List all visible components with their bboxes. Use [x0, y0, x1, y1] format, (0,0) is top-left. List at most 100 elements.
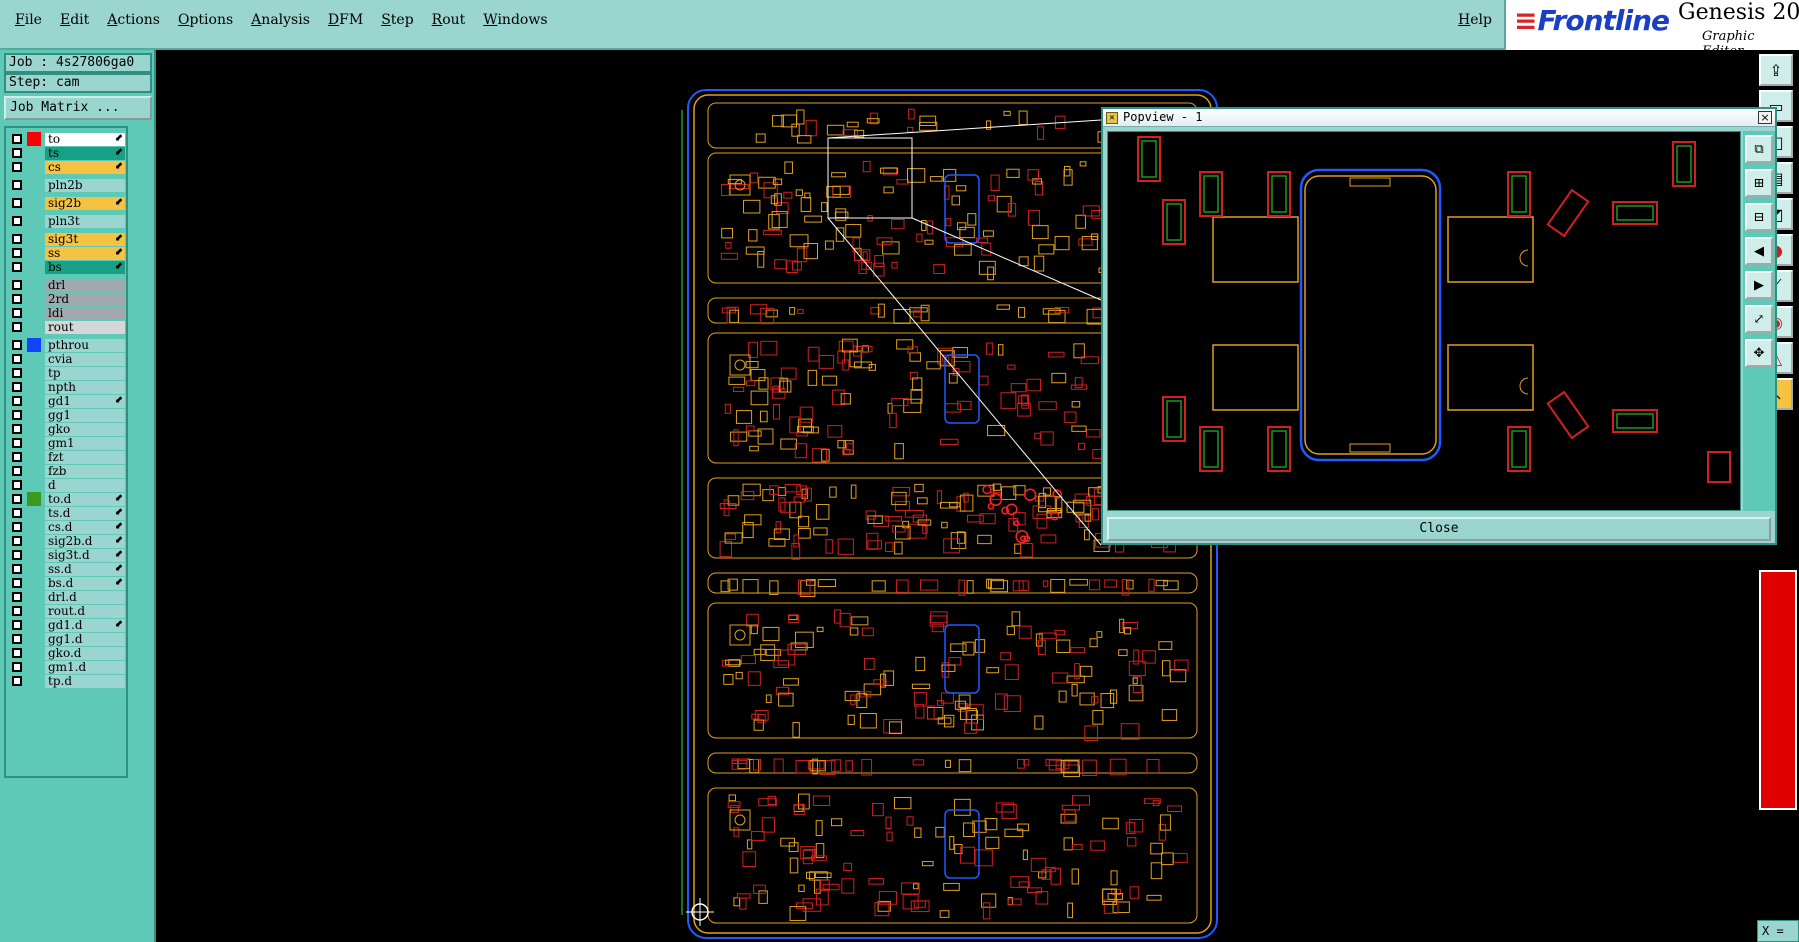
- layer-color-swatch[interactable]: [27, 160, 41, 174]
- layer-checkbox[interactable]: [12, 162, 22, 172]
- layer-color-swatch[interactable]: [27, 178, 41, 192]
- toolbar-export-icon[interactable]: ⇪: [1759, 54, 1793, 86]
- layer-name[interactable]: cvia: [45, 353, 125, 366]
- layer-color-swatch[interactable]: [27, 338, 41, 352]
- layer-checkbox[interactable]: [12, 308, 22, 318]
- layer-row-pln2b[interactable]: pln2b: [8, 178, 126, 192]
- layer-color-swatch[interactable]: [27, 520, 41, 534]
- layer-checkbox[interactable]: [12, 382, 22, 392]
- layer-color-swatch[interactable]: [27, 618, 41, 632]
- layer-color-swatch[interactable]: [27, 590, 41, 604]
- layer-row-gko[interactable]: gko: [8, 422, 126, 436]
- layer-row-gm1-d[interactable]: gm1.d: [8, 660, 126, 674]
- layer-name[interactable]: cs ⬋: [45, 161, 125, 174]
- layer-color-swatch[interactable]: [27, 506, 41, 520]
- layer-color-swatch[interactable]: [27, 260, 41, 274]
- layer-color-swatch[interactable]: [27, 320, 41, 334]
- layer-color-swatch[interactable]: [27, 278, 41, 292]
- layer-checkbox[interactable]: [12, 410, 22, 420]
- layer-color-swatch[interactable]: [27, 604, 41, 618]
- layer-checkbox[interactable]: [12, 578, 22, 588]
- layer-color-swatch[interactable]: [27, 450, 41, 464]
- layer-color-swatch[interactable]: [27, 492, 41, 506]
- layer-row-tp[interactable]: tp: [8, 366, 126, 380]
- layer-row-to[interactable]: to ⬋: [8, 132, 126, 146]
- layer-row-bs[interactable]: bs ⬋: [8, 260, 126, 274]
- popview-close-icon[interactable]: ×: [1758, 111, 1772, 124]
- layer-checkbox[interactable]: [12, 340, 22, 350]
- layer-row-tp-d[interactable]: tp.d: [8, 674, 126, 688]
- layer-row-fzt[interactable]: fzt: [8, 450, 126, 464]
- layer-color-swatch[interactable]: [27, 246, 41, 260]
- layer-color-swatch[interactable]: [27, 674, 41, 688]
- menu-options[interactable]: Options: [169, 12, 242, 28]
- popview-pan-right-icon[interactable]: ▶: [1745, 271, 1773, 299]
- layer-name[interactable]: pln3t: [45, 215, 125, 228]
- layer-row-gg1-d[interactable]: gg1.d: [8, 632, 126, 646]
- layer-color-swatch[interactable]: [27, 306, 41, 320]
- layer-name[interactable]: bs.d ⬋: [45, 577, 125, 590]
- layer-row-2rd[interactable]: 2rd: [8, 292, 126, 306]
- popview-pan-left-icon[interactable]: ◀: [1745, 237, 1773, 265]
- color-swatch-panel[interactable]: [1759, 570, 1797, 810]
- popview-close-button[interactable]: Close: [1107, 517, 1771, 541]
- layer-color-swatch[interactable]: [27, 352, 41, 366]
- layer-checkbox[interactable]: [12, 620, 22, 630]
- menu-rout[interactable]: Rout: [423, 12, 475, 28]
- layer-name[interactable]: gd1 ⬋: [45, 395, 125, 408]
- layer-checkbox[interactable]: [12, 322, 22, 332]
- layer-checkbox[interactable]: [12, 522, 22, 532]
- popview-canvas[interactable]: [1107, 131, 1741, 511]
- layer-color-swatch[interactable]: [27, 534, 41, 548]
- layer-name[interactable]: to ⬋: [45, 133, 125, 146]
- layer-row-ss[interactable]: ss ⬋: [8, 246, 126, 260]
- layer-name[interactable]: gg1: [45, 409, 125, 422]
- layer-name[interactable]: tp.d: [45, 675, 125, 688]
- menu-analysis[interactable]: Analysis: [242, 12, 319, 28]
- layer-checkbox[interactable]: [12, 368, 22, 378]
- layer-name[interactable]: ts ⬋: [45, 147, 125, 160]
- menu-help[interactable]: Help: [1449, 12, 1501, 28]
- layer-checkbox[interactable]: [12, 280, 22, 290]
- layer-color-swatch[interactable]: [27, 576, 41, 590]
- layer-checkbox[interactable]: [12, 452, 22, 462]
- layer-row-rout-d[interactable]: rout.d: [8, 604, 126, 618]
- layer-color-swatch[interactable]: [27, 132, 41, 146]
- layer-name[interactable]: ss ⬋: [45, 247, 125, 260]
- layer-checkbox[interactable]: [12, 592, 22, 602]
- menu-step[interactable]: Step: [372, 12, 422, 28]
- layer-checkbox[interactable]: [12, 494, 22, 504]
- layer-name[interactable]: gm1: [45, 437, 125, 450]
- layer-name[interactable]: gko: [45, 423, 125, 436]
- layer-checkbox[interactable]: [12, 262, 22, 272]
- layer-name[interactable]: fzt: [45, 451, 125, 464]
- layer-name[interactable]: ldi: [45, 307, 125, 320]
- layer-color-swatch[interactable]: [27, 562, 41, 576]
- layer-name[interactable]: gko.d: [45, 647, 125, 660]
- layer-checkbox[interactable]: [12, 536, 22, 546]
- layer-color-swatch[interactable]: [27, 408, 41, 422]
- layer-name[interactable]: pthrou: [45, 339, 125, 352]
- layer-color-swatch[interactable]: [27, 464, 41, 478]
- layer-checkbox[interactable]: [12, 648, 22, 658]
- layer-row-pthrou[interactable]: pthrou: [8, 338, 126, 352]
- menu-actions[interactable]: Actions: [98, 12, 169, 28]
- layer-color-swatch[interactable]: [27, 380, 41, 394]
- layer-checkbox[interactable]: [12, 676, 22, 686]
- popview-window-icon[interactable]: ⧉: [1745, 135, 1773, 163]
- menu-dfm[interactable]: DFM: [319, 12, 372, 28]
- layer-row-sig3t-d[interactable]: sig3t.d ⬋: [8, 548, 126, 562]
- layer-row-rout[interactable]: rout: [8, 320, 126, 334]
- layer-checkbox[interactable]: [12, 564, 22, 574]
- layer-row-fzb[interactable]: fzb: [8, 464, 126, 478]
- menu-file[interactable]: File: [6, 12, 51, 28]
- layer-checkbox[interactable]: [12, 216, 22, 226]
- layer-checkbox[interactable]: [12, 550, 22, 560]
- layer-row-ldi[interactable]: ldi: [8, 306, 126, 320]
- layer-name[interactable]: gd1.d ⬋: [45, 619, 125, 632]
- layer-color-swatch[interactable]: [27, 366, 41, 380]
- layer-name[interactable]: ss.d ⬋: [45, 563, 125, 576]
- layer-row-gd1[interactable]: gd1 ⬋: [8, 394, 126, 408]
- layer-color-swatch[interactable]: [27, 232, 41, 246]
- layer-name[interactable]: d: [45, 479, 125, 492]
